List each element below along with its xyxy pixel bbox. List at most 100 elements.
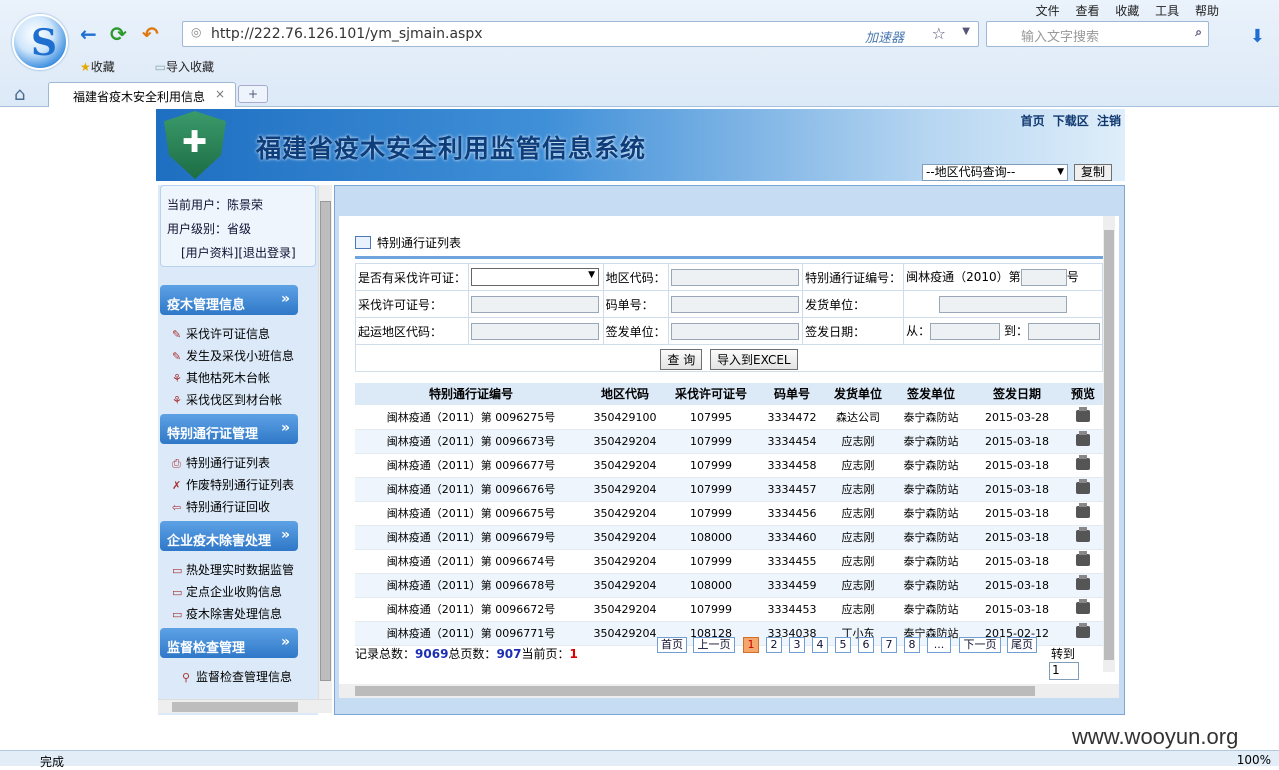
table-row[interactable]: 闽林疫通（2011）第 0096678号 350429204 108000 33344…: [355, 573, 1103, 598]
page-1-button[interactable]: 1: [743, 637, 759, 653]
permit-no-input[interactable]: [471, 295, 600, 313]
region-code-select[interactable]: --地区代码查询-- ▼: [922, 164, 1068, 181]
code-no-input[interactable]: [670, 295, 799, 313]
section-pass-management[interactable]: 特别通行证管理»: [160, 414, 298, 444]
last-page-button[interactable]: 尾页: [1007, 637, 1037, 653]
first-page-button[interactable]: 首页: [657, 637, 687, 653]
section-supervision[interactable]: 监督检查管理»: [160, 628, 298, 658]
page-5-button[interactable]: 5: [835, 637, 851, 653]
menu-file[interactable]: 文件: [1036, 4, 1060, 18]
sidebar-item-void-pass[interactable]: ✗ 作废特别通行证列表: [172, 476, 294, 493]
undo-icon[interactable]: ↶: [142, 22, 159, 46]
printer-icon[interactable]: [1076, 598, 1090, 614]
star-icon[interactable]: ☆: [932, 24, 946, 43]
date-to-input[interactable]: [1028, 322, 1100, 340]
query-button[interactable]: 查 询: [660, 349, 703, 370]
col-code-no[interactable]: 码单号: [759, 383, 825, 406]
logout-link[interactable]: 注销: [1097, 114, 1121, 128]
col-issuer[interactable]: 签发单位: [891, 383, 971, 406]
table-row[interactable]: 闽林疫通（2011）第 0096677号 350429204 107999 33344…: [355, 453, 1103, 478]
page-more-button[interactable]: ...: [927, 637, 951, 653]
page-6-button[interactable]: 6: [858, 637, 874, 653]
table-row[interactable]: 闽林疫通（2011）第 0096673号 350429204 107999 33344…: [355, 429, 1103, 454]
close-icon[interactable]: ×: [215, 87, 225, 101]
table-row[interactable]: 闽林疫通（2011）第 0096672号 350429204 107999 33344…: [355, 597, 1103, 622]
col-region-code[interactable]: 地区代码: [587, 383, 663, 406]
browser-logo-icon[interactable]: S: [12, 14, 68, 70]
sidebar-item-treatment-info[interactable]: ▭ 疫木除害处理信息: [172, 605, 282, 622]
copy-button[interactable]: 复制: [1074, 164, 1112, 181]
search-input[interactable]: 输入文字搜索: [1021, 26, 1099, 45]
printer-icon[interactable]: [1076, 550, 1090, 566]
section-enterprise-treatment[interactable]: 企业疫木除害处理»: [160, 521, 298, 551]
page-7-button[interactable]: 7: [881, 637, 897, 653]
sidebar-item-pass-list[interactable]: ⎙ 特别通行证列表: [172, 454, 270, 471]
menu-tools[interactable]: 工具: [1155, 4, 1179, 18]
pass-no-input[interactable]: [1020, 268, 1067, 286]
printer-icon[interactable]: [1076, 454, 1090, 470]
sidebar-item-permit-info[interactable]: ✎ 采伐许可证信息: [172, 325, 270, 342]
printer-icon[interactable]: [1076, 406, 1090, 422]
printer-icon[interactable]: [1076, 478, 1090, 494]
back-icon[interactable]: ←: [80, 22, 97, 46]
region-code-input[interactable]: [670, 268, 799, 286]
printer-icon[interactable]: [1076, 430, 1090, 446]
user-links[interactable]: [用户资料][退出登录]: [181, 244, 296, 261]
sidebar-item-supervision-info[interactable]: ⚲ 监督检查管理信息: [182, 668, 292, 685]
content-vscrollbar[interactable]: [1103, 216, 1115, 672]
table-row[interactable]: 闽林疫通（2011）第 0096674号 350429204 107999 33344…: [355, 549, 1103, 574]
chevron-down-icon[interactable]: ▼: [962, 26, 970, 37]
date-from-input[interactable]: [930, 322, 1001, 340]
new-tab-button[interactable]: +: [238, 85, 268, 103]
sidebar-item-purchase-info[interactable]: ▭ 定点企业收购信息: [172, 583, 282, 600]
table-row[interactable]: 闽林疫通（2011）第 0096675号 350429204 107999 33344…: [355, 501, 1103, 526]
col-shipper[interactable]: 发货单位: [825, 383, 891, 406]
issuer-input[interactable]: [670, 322, 799, 340]
table-row[interactable]: 闽林疫通（2011）第 0096275号 350429100 107995 33344…: [355, 405, 1103, 430]
next-page-button[interactable]: 下一页: [959, 637, 1001, 653]
home-icon[interactable]: ⌂: [14, 84, 25, 105]
page-2-button[interactable]: 2: [766, 637, 782, 653]
zoom-level[interactable]: 100%: [1237, 753, 1271, 767]
col-permit-no[interactable]: 采伐许可证号: [663, 383, 759, 406]
content-hscrollbar[interactable]: [339, 684, 1119, 698]
sidebar-scrollbar[interactable]: [318, 185, 332, 699]
has-permit-select[interactable]: [471, 268, 600, 286]
import-favorites-button[interactable]: ▭导入收藏: [155, 60, 232, 74]
search-icon[interactable]: ⌕: [1195, 25, 1202, 40]
download-icon[interactable]: ⬇: [1250, 26, 1265, 47]
sidebar-item-logging-ledger[interactable]: ⚘ 采伐伐区到材台帐: [172, 391, 282, 408]
home-link[interactable]: 首页: [1021, 114, 1045, 128]
section-epidemic-wood[interactable]: 疫木管理信息»: [160, 285, 298, 315]
accelerator-label[interactable]: 加速器: [865, 27, 904, 46]
printer-icon[interactable]: [1076, 622, 1090, 638]
menu-help[interactable]: 帮助: [1195, 4, 1219, 18]
sidebar-item-dead-trees[interactable]: ⚘ 其他枯死木台帐: [172, 369, 270, 386]
page-3-button[interactable]: 3: [789, 637, 805, 653]
menu-favorites[interactable]: 收藏: [1115, 4, 1139, 18]
address-bar[interactable]: ◎ http://222.76.126.101/ym_sjmain.aspx 加…: [182, 21, 979, 47]
search-box[interactable]: 输入文字搜索 ⌕: [986, 21, 1209, 47]
table-row[interactable]: 闽林疫通（2011）第 0096679号 350429204 108000 33344…: [355, 525, 1103, 550]
col-issue-date[interactable]: 签发日期: [971, 383, 1063, 406]
goto-page-input[interactable]: 1: [1049, 662, 1079, 680]
sidebar-item-occurrence[interactable]: ✎ 发生及采伐小班信息: [172, 347, 294, 364]
page-4-button[interactable]: 4: [812, 637, 828, 653]
printer-icon[interactable]: [1076, 574, 1090, 590]
sidebar-item-pass-recycle[interactable]: ⇦ 特别通行证回收: [172, 498, 270, 515]
printer-icon[interactable]: [1076, 502, 1090, 518]
col-pass-no[interactable]: 特别通行证编号: [355, 383, 587, 406]
page-8-button[interactable]: 8: [904, 637, 920, 653]
tab-main[interactable]: 福建省疫木安全利用信息 ×: [48, 82, 236, 107]
url-text[interactable]: http://222.76.126.101/ym_sjmain.aspx: [211, 26, 483, 42]
prev-page-button[interactable]: 上一页: [693, 637, 735, 653]
export-excel-button[interactable]: 导入到EXCEL: [710, 349, 798, 370]
printer-icon[interactable]: [1076, 526, 1090, 542]
download-link[interactable]: 下载区: [1053, 114, 1089, 128]
menu-view[interactable]: 查看: [1075, 4, 1099, 18]
origin-code-input[interactable]: [471, 322, 600, 340]
favorites-button[interactable]: ★收藏: [80, 60, 133, 74]
sidebar-hscrollbar[interactable]: [158, 699, 332, 713]
sidebar-item-heat-data[interactable]: ▭ 热处理实时数据监管: [172, 561, 294, 578]
refresh-icon[interactable]: ⟳: [110, 22, 127, 46]
